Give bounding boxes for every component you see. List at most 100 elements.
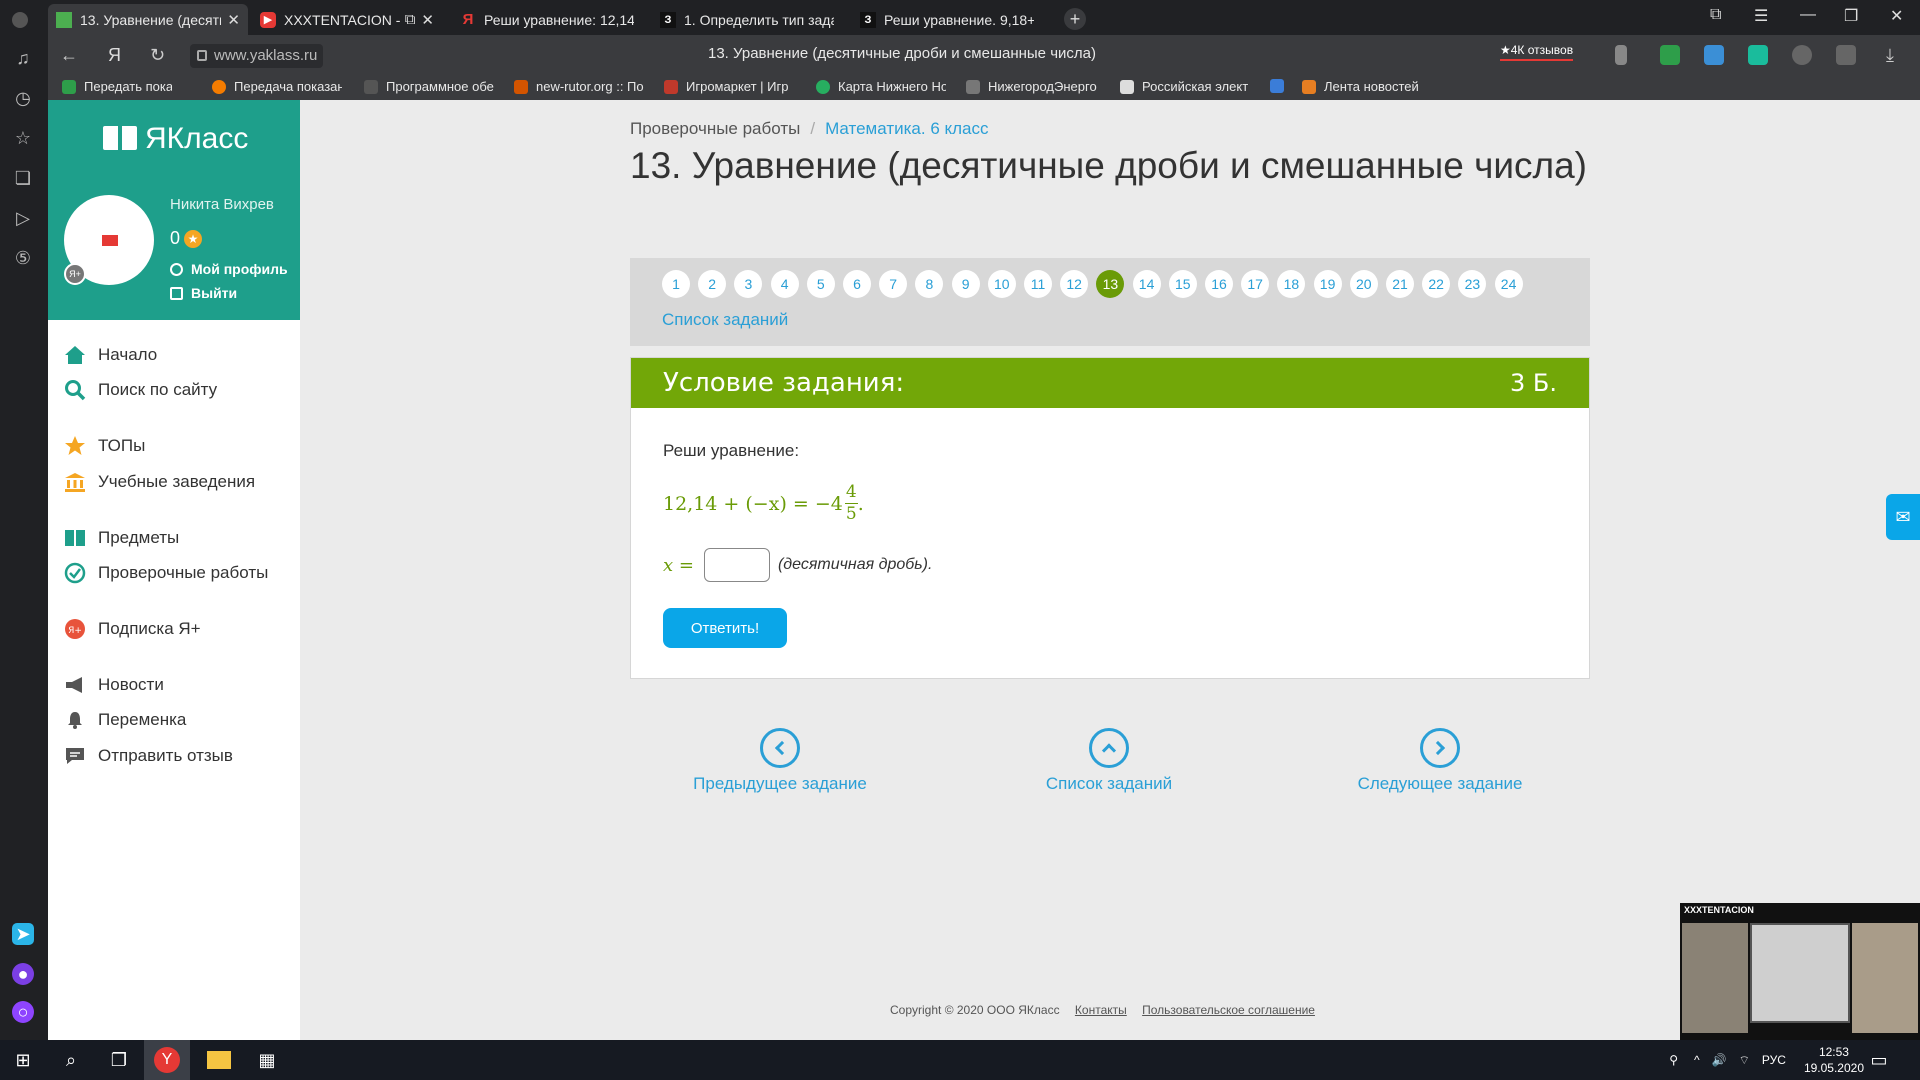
- yaklass-logo[interactable]: ЯКласс: [103, 122, 248, 156]
- page-number-20[interactable]: 20: [1349, 270, 1378, 298]
- history-icon[interactable]: ◷: [12, 87, 34, 109]
- page-number-16[interactable]: 16: [1205, 270, 1233, 298]
- tab-znanija-2[interactable]: З Реши уравнение. 9,18+(−: [852, 4, 1042, 35]
- page-number-23[interactable]: 23: [1458, 270, 1487, 298]
- page-number-18[interactable]: 18: [1277, 270, 1306, 298]
- notifications-icon[interactable]: ♫: [12, 47, 34, 69]
- page-number-24[interactable]: 24: [1494, 270, 1523, 298]
- sidebar-item-schools[interactable]: Учебные заведения: [64, 471, 255, 493]
- sidebar-item-feedback[interactable]: Отправить отзыв: [64, 745, 233, 767]
- collections-toolbar-icon[interactable]: [1836, 45, 1856, 65]
- browser-menu-icon[interactable]: ☰: [1754, 6, 1768, 26]
- picture-in-picture-icon[interactable]: ⧉: [405, 11, 416, 28]
- page-number-14[interactable]: 14: [1132, 270, 1161, 298]
- page-number-12[interactable]: 12: [1060, 270, 1089, 298]
- file-explorer-icon[interactable]: [196, 1040, 242, 1080]
- search-icon[interactable]: ⌕: [48, 1040, 94, 1080]
- new-tab-button[interactable]: +: [1064, 8, 1086, 30]
- task-list-button[interactable]: Список заданий: [999, 728, 1219, 794]
- media-icon[interactable]: ▷: [12, 207, 34, 229]
- tab-yandex-search[interactable]: Я Реши уравнение: 12,14+(−: [452, 4, 642, 35]
- reload-icon[interactable]: ↻: [150, 45, 165, 66]
- sidebar-item-news[interactable]: Новости: [64, 674, 164, 696]
- calculator-icon[interactable]: ▦: [244, 1040, 290, 1080]
- sidebar-item-subjects[interactable]: Предметы: [64, 527, 179, 549]
- lightbulb-icon[interactable]: [1792, 45, 1812, 65]
- bookmark-item[interactable]: Программное обе: [364, 79, 504, 94]
- page-number-13[interactable]: 13: [1096, 270, 1125, 298]
- page-number-3[interactable]: 3: [734, 270, 763, 298]
- sidebar-item-home[interactable]: Начало: [64, 344, 157, 366]
- breadcrumb-root-link[interactable]: Проверочные работы: [630, 119, 800, 138]
- url-field[interactable]: www.yaklass.ru: [190, 44, 324, 68]
- bookmark-item[interactable]: Передать показан: [62, 79, 172, 94]
- tab-znanija-1[interactable]: З 1. Определить тип задачи: [652, 4, 842, 35]
- extension-vpn-icon[interactable]: [1748, 45, 1768, 65]
- task-view-icon[interactable]: ❐: [96, 1040, 142, 1080]
- bookmark-item[interactable]: Российская элект: [1120, 79, 1260, 94]
- feedback-envelope-icon[interactable]: ✉: [1886, 494, 1920, 540]
- bookmark-item[interactable]: [1270, 79, 1290, 93]
- bookmark-icon[interactable]: [1615, 45, 1627, 65]
- sidebar-item-tops[interactable]: ТОПы: [64, 435, 145, 457]
- tabs-menu-icon[interactable]: ⧉: [1710, 6, 1721, 24]
- user-icon[interactable]: ⚲: [1669, 1053, 1678, 1067]
- sidebar-item-tests[interactable]: Проверочные работы: [64, 562, 268, 584]
- volume-icon[interactable]: 🔊: [1712, 1053, 1727, 1067]
- chevron-up-icon[interactable]: ^: [1694, 1053, 1700, 1067]
- page-number-11[interactable]: 11: [1024, 270, 1052, 298]
- bookmark-item[interactable]: Карта Нижнего Но: [816, 79, 946, 94]
- avatar[interactable]: Я+: [64, 195, 154, 285]
- page-number-1[interactable]: 1: [662, 270, 690, 298]
- sidebar-item-subscription[interactable]: Я+ Подписка Я+: [64, 618, 201, 640]
- back-icon[interactable]: ←: [60, 45, 78, 66]
- tab-youtube[interactable]: ▶ XXXTENTACION - Ca ⧉ ✕: [252, 4, 442, 35]
- alice-assistant-icon[interactable]: ○: [12, 1001, 34, 1023]
- reviews-badge[interactable]: ★4К отзывов: [1500, 43, 1574, 61]
- app-icon[interactable]: ●: [12, 963, 34, 985]
- page-number-6[interactable]: 6: [843, 270, 871, 298]
- close-window-icon[interactable]: ✕: [1890, 6, 1903, 26]
- bookmark-item[interactable]: Игромаркет | Игр: [664, 79, 794, 94]
- page-number-4[interactable]: 4: [770, 270, 799, 298]
- video-popup[interactable]: XXXTENTACION: [1680, 903, 1920, 1040]
- answer-input[interactable]: [703, 548, 770, 582]
- minimize-icon[interactable]: —: [1800, 6, 1816, 24]
- close-tab-icon[interactable]: ✕: [227, 11, 240, 29]
- collections-icon[interactable]: ❏: [12, 167, 34, 189]
- submit-answer-button[interactable]: Ответить!: [663, 608, 787, 648]
- clock[interactable]: 12:53 19.05.2020: [1804, 1044, 1864, 1076]
- wifi-icon[interactable]: ⌔: [1739, 1053, 1750, 1068]
- page-number-2[interactable]: 2: [698, 270, 727, 298]
- bookmark-item[interactable]: new-rutor.org :: По: [514, 79, 644, 94]
- tab-yaklass[interactable]: 13. Уравнение (десятич ✕: [48, 4, 248, 35]
- contacts-link[interactable]: Контакты: [1075, 1003, 1127, 1017]
- close-tab-icon[interactable]: ✕: [421, 11, 434, 29]
- yandex-browser-taskbar-icon[interactable]: Y: [144, 1040, 190, 1080]
- notifications-center-icon[interactable]: ▭: [1856, 1040, 1902, 1080]
- sidebar-item-search[interactable]: Поиск по сайту: [64, 379, 217, 401]
- username[interactable]: Никита Вихрев: [170, 196, 274, 213]
- next-task-button[interactable]: Следующее задание: [1330, 728, 1550, 794]
- extension-adblock-icon[interactable]: [1660, 45, 1680, 65]
- page-number-21[interactable]: 21: [1386, 270, 1414, 298]
- messenger-icon[interactable]: ➤: [12, 923, 34, 945]
- language-indicator[interactable]: РУС: [1762, 1053, 1786, 1067]
- page-number-7[interactable]: 7: [879, 270, 908, 298]
- previous-task-button[interactable]: Предыдущее задание: [670, 728, 890, 794]
- download-icon[interactable]: ⤓: [1880, 45, 1900, 65]
- windows-start-icon[interactable]: ⊞: [0, 1040, 46, 1080]
- logout-link[interactable]: Выйти: [170, 285, 237, 301]
- maximize-icon[interactable]: ❐: [1844, 6, 1858, 26]
- sidebar-item-break[interactable]: Переменка: [64, 709, 186, 731]
- breadcrumb-current-link[interactable]: Математика. 6 класс: [825, 119, 988, 138]
- page-number-5[interactable]: 5: [806, 270, 835, 298]
- bookmark-item[interactable]: Лента новостей: [1302, 79, 1432, 94]
- calendar-icon[interactable]: ⑤: [12, 247, 34, 269]
- bookmark-item[interactable]: Передача показан: [212, 79, 342, 94]
- page-number-15[interactable]: 15: [1168, 270, 1197, 298]
- page-number-10[interactable]: 10: [987, 270, 1016, 298]
- extension-icon[interactable]: [1704, 45, 1724, 65]
- task-list-link[interactable]: Список заданий: [662, 310, 788, 330]
- bookmarks-icon[interactable]: ☆: [12, 127, 34, 149]
